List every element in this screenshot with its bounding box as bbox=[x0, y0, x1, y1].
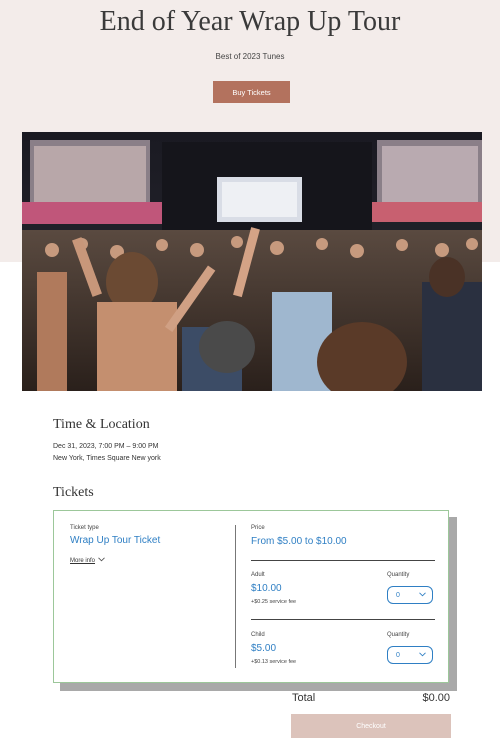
concert-crowd-image bbox=[22, 132, 482, 391]
tier-adult-price: $10.00 bbox=[251, 583, 282, 594]
child-quantity-value: 0 bbox=[396, 651, 400, 659]
event-subtitle: Best of 2023 Tunes bbox=[215, 52, 285, 61]
tier-adult-name: Adult bbox=[251, 572, 265, 578]
tier-child-name: Child bbox=[251, 632, 265, 638]
event-date: Dec 31, 2023, 7:00 PM – 9:00 PM bbox=[53, 443, 159, 450]
more-info-toggle[interactable]: More info bbox=[70, 557, 160, 564]
adult-quantity-value: 0 bbox=[396, 591, 400, 599]
chevron-down-icon bbox=[419, 591, 426, 599]
price-label: Price bbox=[251, 525, 265, 531]
tier-child-quantity-label: Quantity bbox=[387, 632, 410, 638]
tickets-heading: Tickets bbox=[53, 485, 94, 500]
tier-child-fee: +$0.13 service fee bbox=[251, 659, 297, 665]
ticket-type-label: Ticket type bbox=[70, 525, 99, 531]
tier-adult-fee: +$0.25 service fee bbox=[251, 599, 297, 605]
checkout-button[interactable]: Checkout bbox=[291, 714, 451, 738]
ticket-name: Wrap Up Tour Ticket bbox=[70, 535, 161, 546]
chevron-down-icon bbox=[419, 651, 426, 659]
total-value: $0.00 bbox=[422, 692, 450, 704]
tier-divider bbox=[251, 619, 435, 620]
tier-child-price: $5.00 bbox=[251, 643, 277, 654]
buy-tickets-button[interactable]: Buy Tickets bbox=[213, 81, 290, 103]
price-range: From $5.00 to $10.00 bbox=[251, 536, 347, 547]
event-title: End of Year Wrap Up Tour bbox=[99, 6, 401, 37]
adult-quantity-select[interactable]: 0 bbox=[387, 586, 433, 604]
more-info-label: More info bbox=[70, 557, 96, 564]
column-divider bbox=[235, 525, 236, 668]
ticket-card: Ticket type Wrap Up Tour Ticket More inf… bbox=[53, 510, 449, 683]
time-location-heading: Time & Location bbox=[53, 417, 150, 432]
ticket-type-column: Ticket type Wrap Up Tour Ticket More inf… bbox=[70, 525, 160, 564]
child-quantity-select[interactable]: 0 bbox=[387, 646, 433, 664]
tier-adult-quantity-label: Quantity bbox=[387, 572, 410, 578]
total-label: Total bbox=[292, 692, 316, 704]
event-location: New York, Times Square New york bbox=[53, 455, 161, 462]
chevron-down-icon bbox=[98, 557, 105, 564]
tier-divider bbox=[251, 560, 435, 561]
